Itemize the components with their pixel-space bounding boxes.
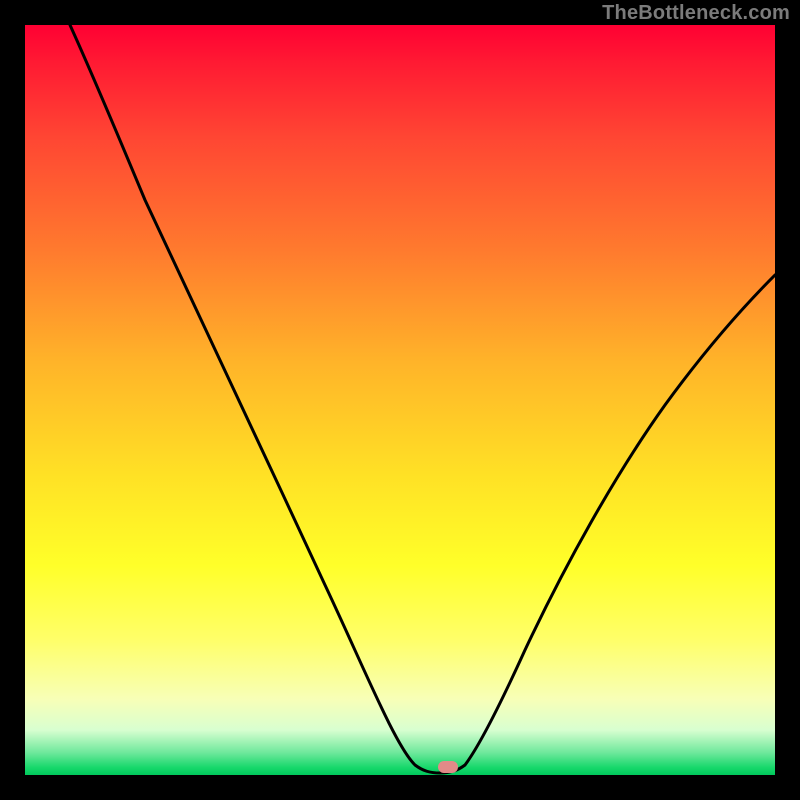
chart-plot-area <box>25 25 775 775</box>
curve-path <box>70 25 775 773</box>
bottleneck-curve <box>25 25 775 775</box>
optimum-marker <box>438 761 458 773</box>
watermark-label: TheBottleneck.com <box>602 2 790 25</box>
chart-stage: TheBottleneck.com <box>0 0 800 800</box>
